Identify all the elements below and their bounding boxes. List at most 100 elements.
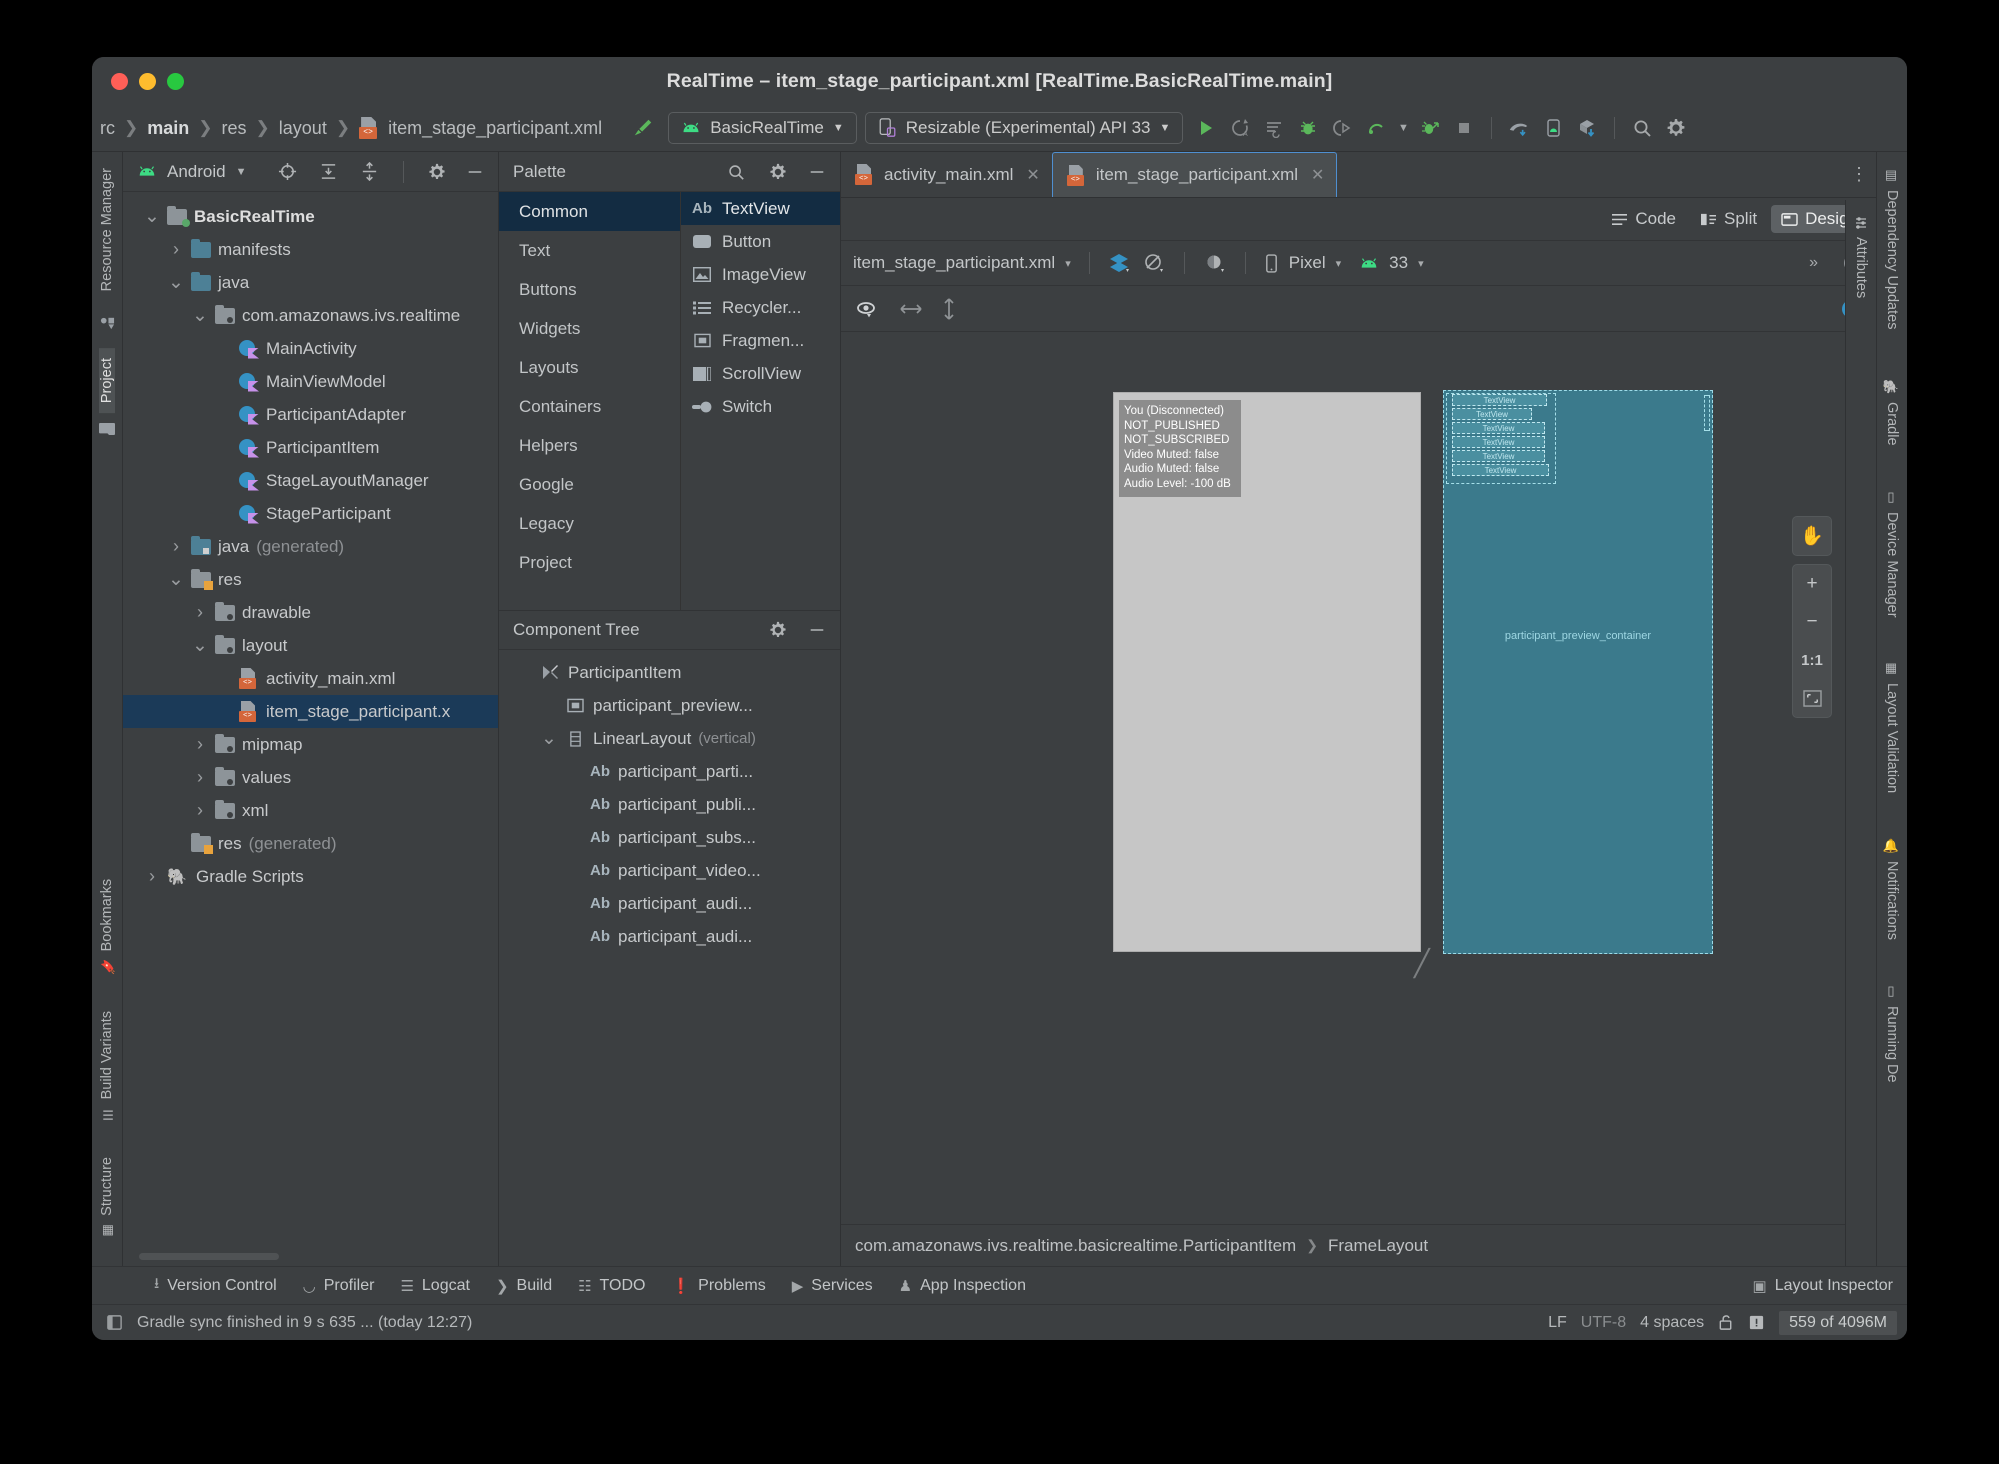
device-selector[interactable]: Resizable (Experimental) API 33 ▼ [864, 112, 1184, 144]
tree-row[interactable]: ParticipantAdapter [123, 398, 498, 431]
palette-category-helpers[interactable]: Helpers [499, 426, 680, 465]
palette-category-text[interactable]: Text [499, 231, 680, 270]
tree-row[interactable]: MainActivity [123, 332, 498, 365]
tree-row[interactable]: › xml [123, 794, 498, 827]
rendered-preview[interactable]: You (Disconnected) NOT_PUBLISHED NOT_SUBSC… [1113, 392, 1421, 952]
sidebar-tab-layout-validation[interactable]: ▦ Layout Validation [1884, 651, 1900, 803]
project-view-selector[interactable]: Android [167, 162, 226, 182]
tool-window-build[interactable]: ❯ Build [496, 1277, 552, 1295]
edit-config-icon[interactable] [1259, 113, 1289, 143]
line-separator-label[interactable]: LF [1548, 1314, 1567, 1332]
lock-icon[interactable] [1718, 1314, 1734, 1331]
project-tree-scrollbar[interactable] [139, 1253, 279, 1260]
tree-row[interactable]: ⌄ res [123, 563, 498, 596]
sdk-manager-icon[interactable] [1572, 113, 1602, 143]
tree-row[interactable]: <> activity_main.xml [123, 662, 498, 695]
tree-row[interactable]: StageLayoutManager [123, 464, 498, 497]
app-inspection-run-icon[interactable] [1415, 113, 1445, 143]
run-with-coverage-icon[interactable]: A [1225, 113, 1255, 143]
component-tree[interactable]: ParticipantItem participant_preview... ⌄ Li… [499, 650, 840, 1266]
tool-window-app-inspection[interactable]: ♟ App Inspection [899, 1277, 1026, 1295]
tree-row[interactable]: › 🐘 Gradle Scripts [123, 860, 498, 893]
editor-mode-switcher[interactable]: Code Split Design [841, 198, 1876, 240]
layers-icon[interactable] [1108, 252, 1132, 274]
tree-row[interactable]: › drawable [123, 596, 498, 629]
editor-tabs[interactable]: <> activity_main.xml ✕ <> item_stage_par… [841, 152, 1876, 198]
palette-category-legacy[interactable]: Legacy [499, 504, 680, 543]
breadcrumb-item-2[interactable]: res [222, 118, 247, 139]
palette-category-containers[interactable]: Containers [499, 387, 680, 426]
blueprint-preview[interactable]: participant_preview_container TextView Te… [1443, 390, 1713, 954]
blueprint-textview[interactable]: TextView [1452, 450, 1545, 462]
tool-window-layout-inspector[interactable]: ▣ Layout Inspector [1753, 1277, 1893, 1295]
component-tree-row[interactable]: Ab participant_audi... [499, 920, 840, 953]
run-configuration-selector[interactable]: BasicRealTime ▼ [668, 112, 857, 144]
notification-icon[interactable] [1748, 1314, 1765, 1331]
blueprint-textview[interactable]: TextView [1452, 408, 1532, 420]
zoom-out-icon[interactable]: − [1793, 603, 1831, 641]
chevron-down-icon[interactable]: ⌄ [168, 273, 184, 292]
chevron-down-icon[interactable]: ▼ [236, 166, 247, 178]
design-breadcrumb[interactable]: com.amazonaws.ivs.realtime.basicrealtime… [841, 1224, 1876, 1266]
memory-indicator[interactable]: 559 of 4096M [1779, 1310, 1897, 1335]
settings-icon[interactable] [1661, 113, 1691, 143]
breadcrumb[interactable]: rc ❯ main ❯ res ❯ layout ❯ <> item_stage… [100, 117, 602, 139]
minimize-icon[interactable] [804, 163, 830, 181]
tool-window-problems[interactable]: ❗ Problems [671, 1277, 765, 1295]
sidebar-tab-build-variants[interactable]: ☰ Build Variants [99, 1001, 115, 1131]
gear-icon[interactable] [762, 621, 794, 639]
run-icon[interactable] [1191, 113, 1221, 143]
sidebar-tab-running-devices[interactable]: ▯ Running De [1884, 974, 1900, 1093]
tree-row[interactable]: › manifests [123, 233, 498, 266]
component-tree-row[interactable]: Ab participant_publi... [499, 788, 840, 821]
chevron-down-icon[interactable]: ▾ [1336, 257, 1342, 270]
design-canvas[interactable]: You (Disconnected) NOT_PUBLISHED NOT_SUBSC… [841, 332, 1876, 1224]
search-everywhere-icon[interactable] [1627, 113, 1657, 143]
palette-items[interactable]: Ab TextView Button ImageView Recycler... Frag… [681, 192, 840, 610]
design-breadcrumb-root[interactable]: com.amazonaws.ivs.realtime.basicrealtime… [855, 1236, 1296, 1256]
chevron-right-icon[interactable]: › [192, 602, 208, 623]
blueprint-textview[interactable]: TextView [1452, 394, 1547, 406]
palette-item-button[interactable]: Button [681, 225, 840, 258]
design-device-selector[interactable]: Pixel [1289, 253, 1326, 273]
search-icon[interactable] [720, 163, 752, 181]
chevron-right-icon[interactable]: › [192, 767, 208, 788]
blueprint-textview[interactable]: TextView [1452, 464, 1549, 476]
horizontal-resize-icon[interactable] [899, 301, 923, 317]
design-file-selector[interactable]: item_stage_participant.xml [853, 253, 1055, 273]
tool-window-profiler[interactable]: ◡ Profiler [303, 1277, 375, 1295]
chevron-down-icon[interactable]: ▾ [1065, 257, 1071, 270]
palette-category-layouts[interactable]: Layouts [499, 348, 680, 387]
tab-code[interactable]: Code [1601, 205, 1686, 233]
tree-row[interactable]: › values [123, 761, 498, 794]
close-icon[interactable]: ✕ [1311, 165, 1324, 185]
sidebar-tab-dependency-updates[interactable]: ▤ Dependency Updates [1884, 158, 1900, 339]
zoom-to-fit-icon[interactable] [1793, 679, 1831, 717]
canvas-resize-handle[interactable]: ╱ [1414, 948, 1430, 979]
palette-categories[interactable]: Common Text Buttons Widgets Layouts Container… [499, 192, 681, 610]
palette-item-recycler[interactable]: Recycler... [681, 291, 840, 324]
breadcrumb-item-0[interactable]: rc [100, 118, 115, 139]
build-hammer-icon[interactable] [628, 113, 658, 143]
design-api-selector[interactable]: 33 [1389, 253, 1408, 273]
tool-window-version-control[interactable]: ⭳ Version Control [154, 1273, 277, 1298]
component-tree-row[interactable]: Ab participant_video... [499, 854, 840, 887]
collapse-all-icon[interactable] [354, 162, 385, 181]
palette-item-imageview[interactable]: ImageView [681, 258, 840, 291]
tree-row[interactable]: StageParticipant [123, 497, 498, 530]
encoding-label[interactable]: UTF-8 [1581, 1314, 1626, 1332]
vertical-resize-icon[interactable] [941, 297, 957, 321]
minimize-icon[interactable] [462, 163, 488, 181]
editor-tab-activity-main[interactable]: <> activity_main.xml ✕ [841, 152, 1052, 197]
zoom-actual-icon[interactable]: 1:1 [1793, 641, 1831, 679]
tree-row[interactable]: ⌄ com.amazonaws.ivs.realtime [123, 299, 498, 332]
resource-manager-icon-2[interactable] [100, 315, 115, 330]
tree-row[interactable]: res (generated) [123, 827, 498, 860]
overflow-icon[interactable]: » [1809, 254, 1818, 272]
sidebar-tab-device-manager[interactable]: ▯ Device Manager [1884, 480, 1900, 628]
palette-category-google[interactable]: Google [499, 465, 680, 504]
sidebar-tab-project[interactable]: Project [99, 348, 115, 414]
expand-all-icon[interactable] [313, 162, 344, 181]
chevron-down-icon[interactable]: ⌄ [144, 207, 160, 226]
palette-item-textview[interactable]: Ab TextView [681, 192, 840, 225]
